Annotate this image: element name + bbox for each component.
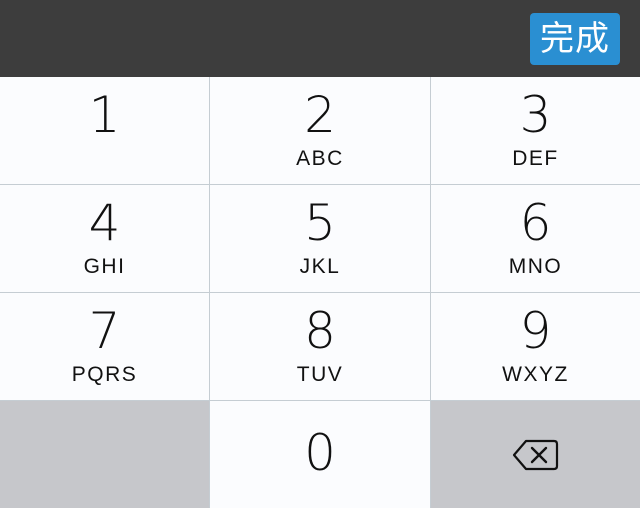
key-4[interactable]: 4 GHI	[0, 185, 210, 293]
done-button[interactable]: 完成	[530, 13, 620, 65]
key-letters: TUV	[296, 363, 344, 386]
key-5[interactable]: 5 JKL	[210, 185, 431, 293]
key-letters: GHI	[83, 255, 126, 278]
key-letters: ABC	[296, 147, 344, 170]
key-digit: 6	[519, 194, 552, 252]
key-letters: WXYZ	[502, 363, 569, 386]
blank-function-key	[0, 401, 210, 508]
key-8[interactable]: 8 TUV	[210, 293, 431, 401]
key-9[interactable]: 9 WXYZ	[431, 293, 640, 401]
key-6[interactable]: 6 MNO	[431, 185, 640, 293]
backspace-icon	[512, 439, 558, 470]
key-1[interactable]: 1	[0, 77, 210, 185]
numeric-keypad-screen: 完成 1 2 ABC 3 DEF 4 GHI 5 JKL 6 MNO 7 PQR…	[0, 0, 640, 508]
key-digit: 2	[304, 86, 336, 144]
numeric-keypad: 1 2 ABC 3 DEF 4 GHI 5 JKL 6 MNO 7 PQRS 8	[0, 77, 640, 508]
keyboard-toolbar: 完成	[0, 0, 640, 77]
key-letters: JKL	[299, 255, 341, 278]
key-digit: 0	[304, 424, 336, 482]
backspace-button[interactable]	[431, 401, 640, 508]
key-digit: 3	[519, 86, 552, 144]
key-2[interactable]: 2 ABC	[210, 77, 431, 185]
key-digit: 7	[88, 302, 121, 360]
key-digit: 4	[88, 194, 121, 252]
key-digit: 5	[304, 194, 336, 252]
key-letters: MNO	[508, 255, 563, 278]
key-7[interactable]: 7 PQRS	[0, 293, 210, 401]
key-0[interactable]: 0	[210, 401, 431, 508]
key-3[interactable]: 3 DEF	[431, 77, 640, 185]
key-letters: DEF	[512, 147, 559, 170]
key-digit: 9	[519, 302, 552, 360]
key-digit: 8	[304, 302, 336, 360]
key-digit: 1	[88, 86, 121, 144]
key-letters: PQRS	[71, 363, 138, 386]
